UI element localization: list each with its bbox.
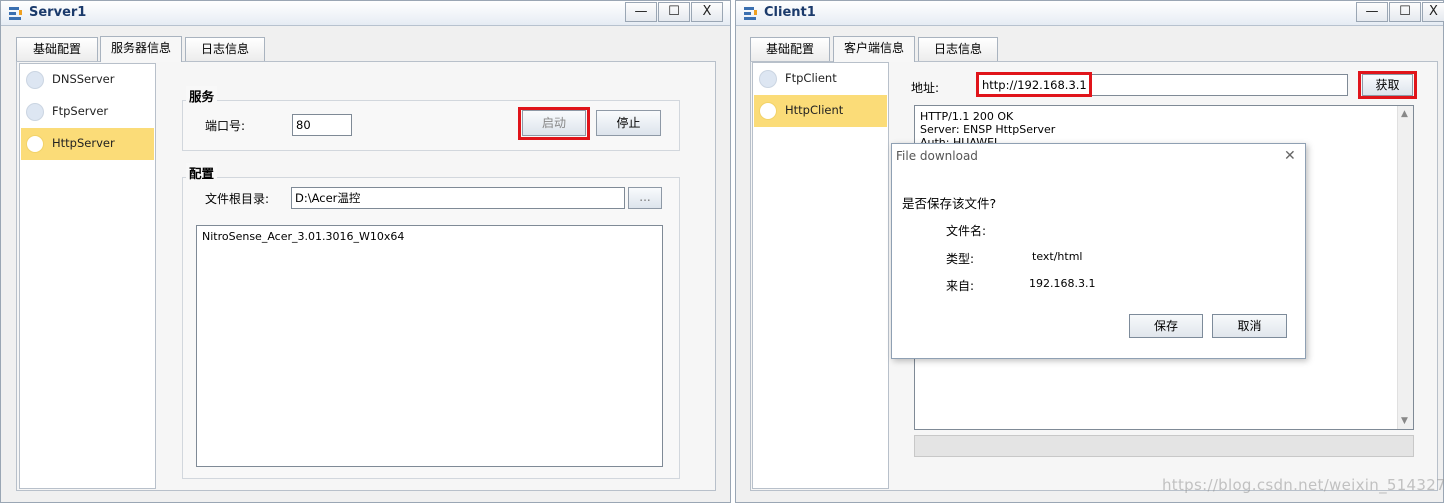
watermark: https://blog.csdn.net/weixin_51432770 bbox=[1162, 476, 1444, 494]
response-scrollbar[interactable]: ▲ ▼ bbox=[1397, 106, 1413, 429]
root-dir-label: 文件根目录: bbox=[205, 192, 270, 206]
cancel-button[interactable]: 取消 bbox=[1212, 314, 1287, 338]
client-list: FtpClient HttpClient bbox=[752, 62, 889, 489]
minimize-button[interactable]: — bbox=[1356, 2, 1388, 22]
start-button-highlight bbox=[518, 107, 590, 140]
service-list: DNSServer FtpServer HttpServer bbox=[19, 63, 156, 489]
service-status-icon bbox=[26, 135, 44, 153]
type-label: 类型: bbox=[946, 252, 975, 266]
address-highlight bbox=[976, 72, 1092, 97]
service-item-http[interactable]: HttpServer bbox=[21, 128, 154, 160]
response-line: HTTP/1.1 200 OK bbox=[920, 110, 1014, 123]
service-group-title: 服务 bbox=[186, 86, 218, 105]
client-item-label: HttpClient bbox=[785, 103, 844, 117]
service-status-icon bbox=[26, 71, 44, 89]
file-list-item[interactable]: NitroSense_Acer_3.01.3016_W10x64 bbox=[202, 230, 404, 243]
scroll-down-icon[interactable]: ▼ bbox=[1401, 416, 1408, 426]
service-status-icon bbox=[26, 103, 44, 121]
server-titlebar[interactable]: Server1 — ☐ X bbox=[1, 1, 730, 26]
tab-log-info[interactable]: 日志信息 bbox=[185, 37, 265, 61]
dialog-close-icon[interactable]: ✕ bbox=[1284, 148, 1296, 164]
client-item-label: FtpClient bbox=[785, 71, 837, 85]
config-group-title: 配置 bbox=[186, 163, 218, 182]
fetch-button-highlight bbox=[1358, 71, 1417, 99]
client-status-icon bbox=[759, 70, 777, 88]
service-item-ftp[interactable]: FtpServer bbox=[21, 96, 154, 128]
client-titlebar[interactable]: Client1 — ☐ X bbox=[736, 1, 1444, 26]
service-item-label: FtpServer bbox=[52, 104, 109, 118]
response-line: Server: ENSP HttpServer bbox=[920, 123, 1056, 136]
close-button[interactable]: X bbox=[691, 2, 723, 22]
port-label: 端口号: bbox=[205, 119, 246, 133]
port-input[interactable]: 80 bbox=[292, 114, 352, 136]
tab-client-info[interactable]: 客户端信息 bbox=[833, 36, 915, 62]
browse-button[interactable]: ... bbox=[628, 187, 662, 209]
address-label: 地址: bbox=[911, 81, 940, 95]
app-icon bbox=[744, 7, 757, 20]
service-item-dns[interactable]: DNSServer bbox=[21, 64, 154, 96]
service-item-label: DNSServer bbox=[52, 72, 115, 86]
tab-basic-config[interactable]: 基础配置 bbox=[16, 37, 98, 61]
service-item-label: HttpServer bbox=[52, 136, 115, 150]
tab-log-info[interactable]: 日志信息 bbox=[918, 37, 998, 61]
close-button[interactable]: X bbox=[1422, 2, 1444, 22]
dialog-question: 是否保存该文件? bbox=[902, 196, 997, 211]
client-item-ftp[interactable]: FtpClient bbox=[754, 63, 887, 95]
maximize-button[interactable]: ☐ bbox=[1389, 2, 1421, 22]
app-icon bbox=[9, 7, 22, 20]
tab-basic-config[interactable]: 基础配置 bbox=[750, 37, 830, 61]
window-title: Server1 bbox=[29, 5, 87, 20]
minimize-button[interactable]: — bbox=[625, 2, 657, 22]
tab-server-info[interactable]: 服务器信息 bbox=[100, 36, 182, 62]
save-button[interactable]: 保存 bbox=[1129, 314, 1203, 338]
scroll-up-icon[interactable]: ▲ bbox=[1401, 109, 1408, 119]
client-status-icon bbox=[759, 102, 777, 120]
dialog-title: File download bbox=[896, 149, 978, 163]
type-value: text/html bbox=[1032, 250, 1083, 263]
from-value: 192.168.3.1 bbox=[1029, 277, 1096, 290]
from-label: 来自: bbox=[946, 279, 975, 293]
stop-button[interactable]: 停止 bbox=[596, 110, 661, 136]
client-item-http[interactable]: HttpClient bbox=[754, 95, 887, 127]
file-download-dialog: File download ✕ 是否保存该文件? 文件名: 类型: text/h… bbox=[891, 143, 1306, 359]
root-dir-input[interactable]: D:\Acer温控 bbox=[291, 187, 625, 209]
filename-label: 文件名: bbox=[946, 224, 987, 238]
maximize-button[interactable]: ☐ bbox=[658, 2, 690, 22]
client-status-bar bbox=[914, 435, 1414, 457]
window-title: Client1 bbox=[764, 5, 816, 20]
file-list[interactable]: NitroSense_Acer_3.01.3016_W10x64 bbox=[196, 225, 663, 467]
